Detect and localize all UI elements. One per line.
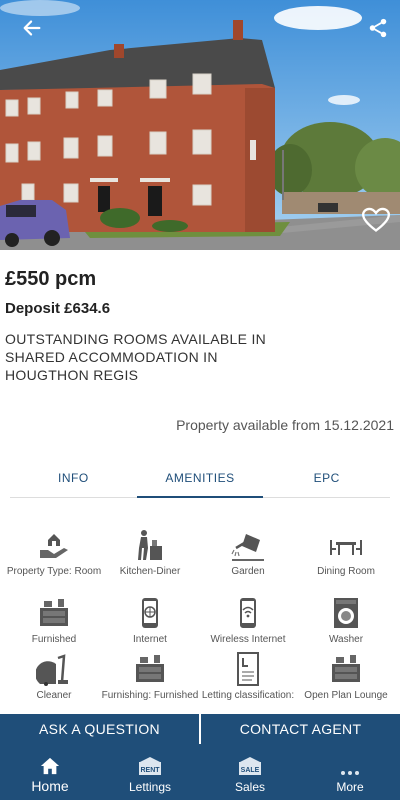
nav-home-label: Home — [31, 778, 69, 794]
furniture-icon — [40, 599, 68, 626]
home-icon — [40, 757, 60, 775]
share-button[interactable] — [360, 10, 396, 46]
amenity-kitchen-diner: Kitchen-Diner — [100, 528, 200, 578]
amenity-property-type: Property Type: Room — [4, 528, 104, 578]
amenity-cleaner: Cleaner — [4, 652, 104, 702]
availability-date: Property available from 15.12.2021 — [176, 417, 394, 433]
nav-lettings-label: Lettings — [128, 780, 172, 794]
amenity-washer: Washer — [296, 596, 396, 646]
svg-text:SALE: SALE — [241, 767, 260, 774]
tab-amenities[interactable]: AMENITIES — [136, 458, 264, 498]
listing-headline: OUTSTANDING ROOMS AVAILABLE IN SHARED AC… — [5, 331, 267, 383]
furniture-icon — [332, 655, 360, 682]
amenity-internet: Internet — [100, 596, 200, 646]
bottom-nav: Home RENT Lettings SALE Sales More — [0, 744, 400, 800]
amenity-letting-classification: Letting classification: — [198, 652, 298, 702]
price: £550 pcm — [5, 268, 97, 290]
action-bar: ASK A QUESTION CONTACT AGENT — [0, 714, 400, 744]
globe-phone-icon — [142, 598, 158, 628]
tab-epc[interactable]: EPC — [263, 458, 390, 497]
nav-home[interactable]: Home — [0, 744, 100, 800]
wifi-phone-icon — [240, 598, 256, 628]
amenity-wireless-internet: Wireless Internet — [198, 596, 298, 646]
nav-sales-label: Sales — [234, 780, 266, 794]
furniture-icon — [136, 655, 164, 682]
deposit: Deposit £634.6 — [5, 300, 111, 317]
heart-outline-icon — [362, 207, 390, 232]
contact-agent-button[interactable]: CONTACT AGENT — [201, 714, 400, 744]
svg-text:RENT: RENT — [140, 767, 160, 774]
person-cooking-icon — [138, 530, 162, 560]
tab-info[interactable]: INFO — [10, 458, 137, 497]
share-icon — [369, 18, 387, 38]
property-photo — [0, 0, 400, 250]
house-hand-icon — [40, 534, 68, 558]
rent-sign-icon: RENT — [139, 757, 161, 775]
arrow-left-icon — [23, 20, 41, 36]
sale-sign-icon: SALE — [239, 757, 261, 775]
amenity-garden: Garden — [198, 528, 298, 578]
ask-question-button[interactable]: ASK A QUESTION — [0, 714, 199, 744]
nav-more[interactable]: More — [300, 744, 400, 800]
nav-lettings[interactable]: RENT Lettings — [100, 744, 200, 800]
amenity-dining-room: Dining Room — [296, 528, 396, 578]
nav-sales[interactable]: SALE Sales — [200, 744, 300, 800]
amenity-furnished: Furnished — [4, 596, 104, 646]
amenities-grid: Property Type: Room Kitchen-Diner Garden — [0, 522, 400, 712]
nav-more-label: More — [336, 780, 364, 794]
dining-table-icon — [330, 540, 362, 555]
detail-tabs: INFO AMENITIES EPC — [10, 458, 390, 498]
property-image — [0, 0, 400, 250]
more-dots-icon — [341, 771, 359, 775]
watering-can-icon — [231, 534, 264, 561]
amenity-open-plan-lounge: Open Plan Lounge — [296, 652, 396, 702]
amenity-furnishing: Furnishing: Furnished — [100, 652, 200, 702]
favourite-button[interactable] — [358, 202, 394, 238]
vacuum-cleaner-icon — [36, 654, 68, 686]
back-button[interactable] — [14, 10, 50, 46]
document-icon — [237, 652, 259, 686]
washing-machine-icon — [334, 598, 358, 628]
